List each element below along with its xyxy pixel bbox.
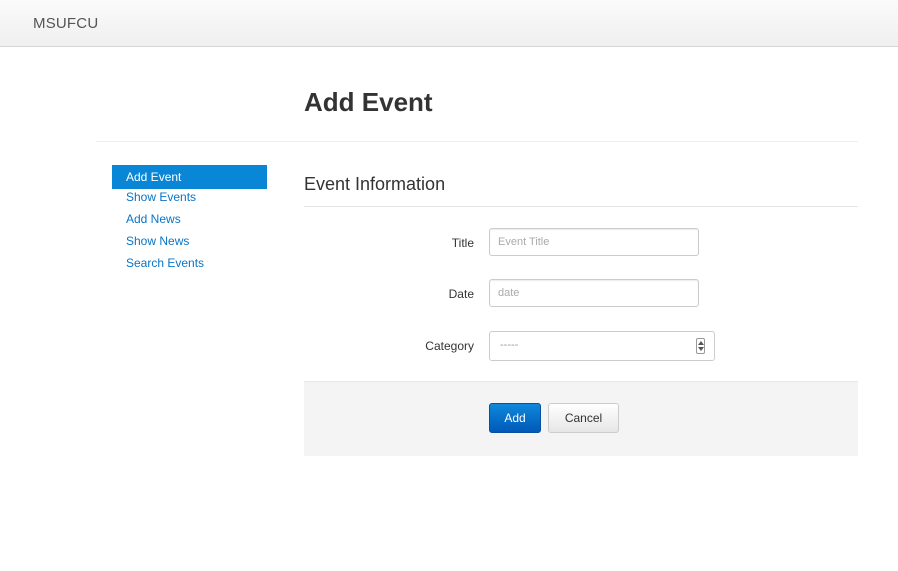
title-input[interactable] (489, 228, 699, 256)
date-label: Date (448, 287, 474, 301)
top-navbar: MSUFCU (0, 0, 898, 47)
category-row: Category ----- (304, 331, 858, 363)
sidebar-nav: Add Event Show Events Add News Show News… (112, 165, 267, 277)
brand-logo[interactable]: MSUFCU (33, 15, 98, 32)
category-label: Category (425, 339, 474, 353)
form-legend: Event Information (304, 174, 446, 194)
main-content: Add Event Add Event Show Events Add News… (0, 47, 898, 571)
category-selected-value: ----- (500, 339, 519, 351)
page-title: Add Event (304, 87, 433, 117)
add-button[interactable]: Add (489, 403, 541, 433)
title-row: Title (304, 228, 858, 260)
form-actions: Add Cancel (304, 381, 858, 456)
title-label: Title (451, 236, 474, 250)
up-down-arrows-icon (696, 338, 705, 354)
date-row: Date (304, 279, 858, 311)
cancel-button[interactable]: Cancel (548, 403, 619, 433)
date-input[interactable] (489, 279, 699, 307)
category-select[interactable]: ----- (489, 331, 715, 361)
sidebar-item-search-events[interactable]: Search Events (112, 251, 267, 277)
title-divider (96, 141, 858, 142)
legend-divider (304, 206, 858, 207)
